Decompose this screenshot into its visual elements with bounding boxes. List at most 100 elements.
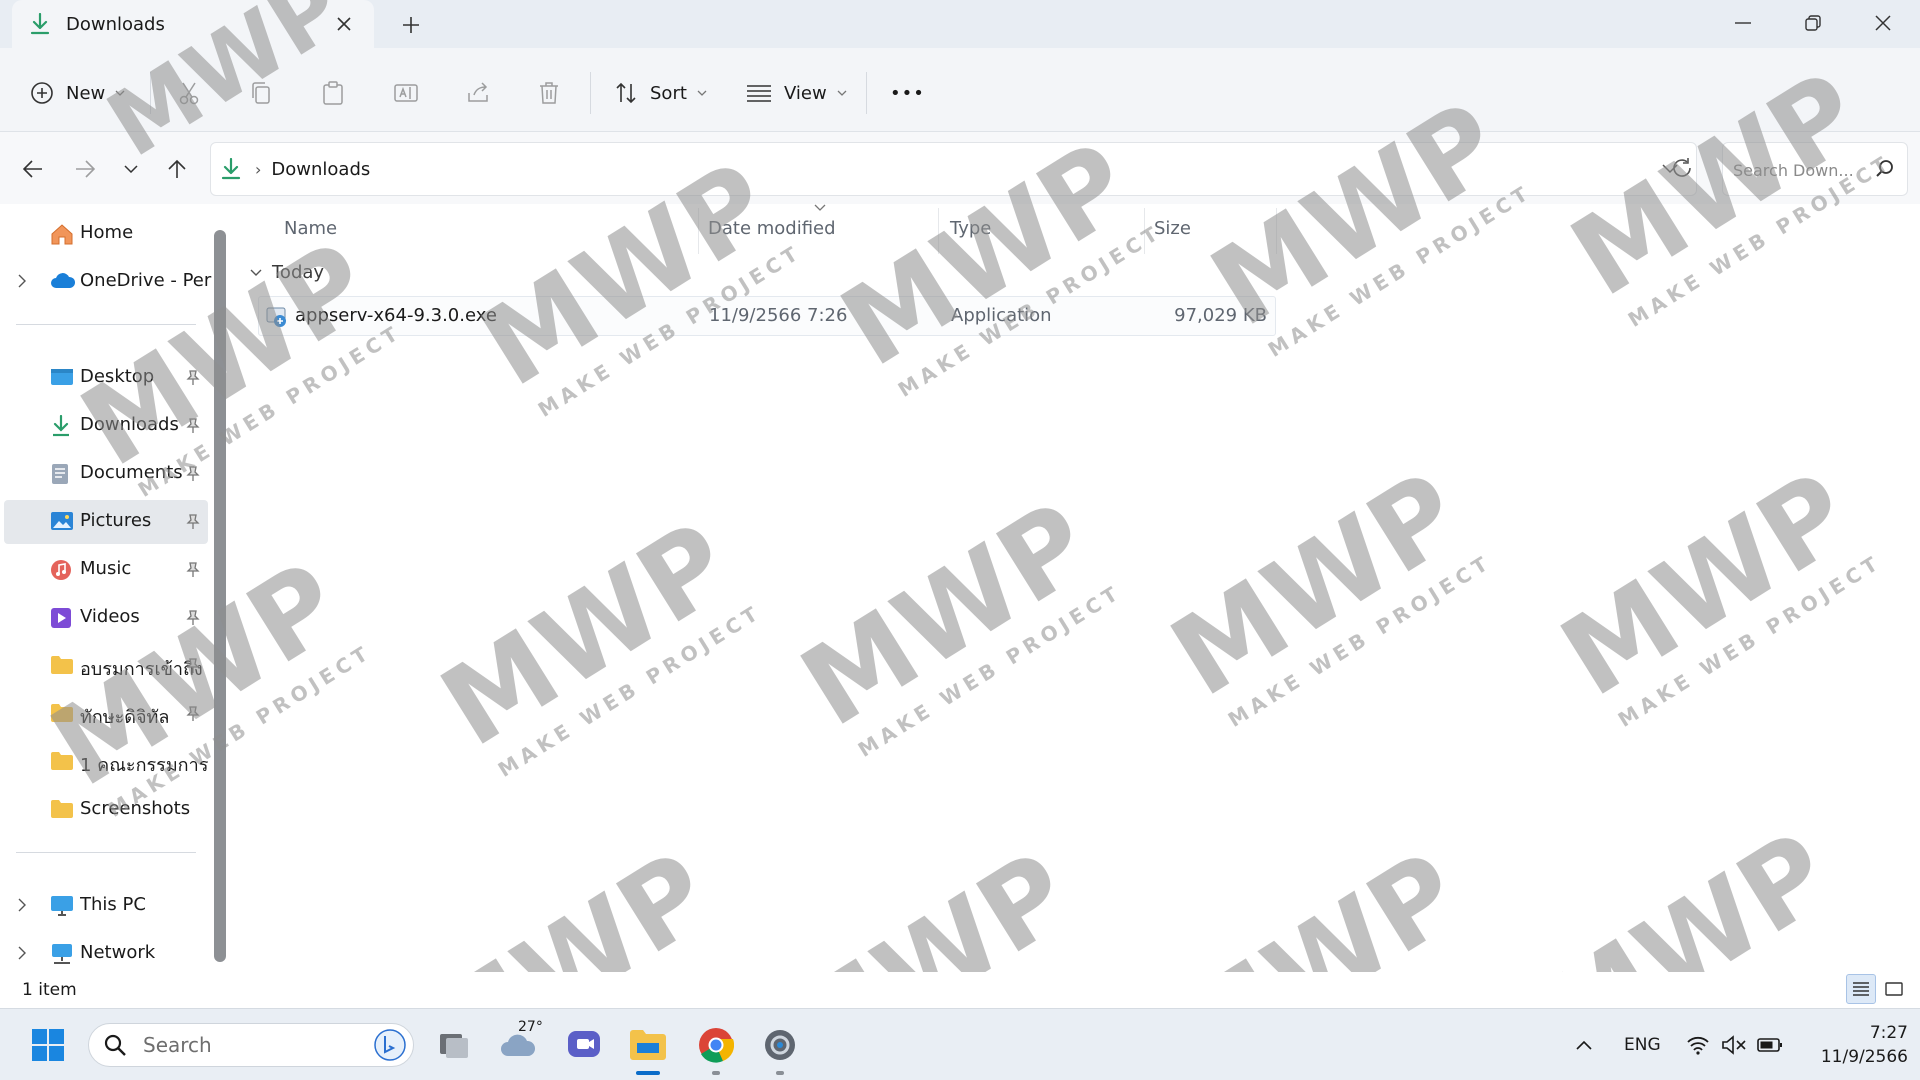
search-box	[1722, 142, 1908, 196]
large-icons-view-button[interactable]	[1882, 978, 1906, 1002]
bing-icon[interactable]	[373, 1028, 407, 1062]
pin-icon[interactable]	[186, 370, 200, 386]
file-explorer-button[interactable]	[626, 1023, 670, 1067]
sidebar-item-videos[interactable]: Videos	[4, 596, 208, 640]
chrome-button[interactable]	[694, 1023, 738, 1067]
clock-time: 7:27	[1869, 1023, 1908, 1043]
sidebar-item-music[interactable]: Music	[4, 548, 208, 592]
sidebar-item-folder[interactable]: ทักษะดิจิทัล	[4, 692, 208, 736]
battery-icon[interactable]	[1748, 1023, 1792, 1067]
tab-downloads[interactable]: Downloads	[12, 0, 374, 48]
language-indicator[interactable]: ENG	[1624, 1035, 1661, 1055]
breadcrumb-downloads[interactable]: Downloads	[271, 159, 370, 180]
pin-icon[interactable]	[186, 514, 200, 530]
sort-button[interactable]: Sort	[614, 76, 707, 110]
sidebar-item-pictures[interactable]: Pictures	[4, 500, 208, 544]
taskbar: Search 27° ENG 7:27 11/9/2566	[0, 1008, 1920, 1080]
sidebar-item-documents[interactable]: Documents	[4, 452, 208, 496]
separator	[150, 72, 151, 114]
start-button[interactable]	[26, 1023, 70, 1067]
chat-icon	[567, 1029, 601, 1061]
close-tab-icon[interactable]	[332, 12, 356, 36]
column-separator[interactable]	[1276, 208, 1277, 254]
column-header-name[interactable]: Name	[284, 218, 337, 239]
clock-date: 11/9/2566	[1820, 1047, 1908, 1067]
sidebar-item-folder[interactable]: อบรมการเข้าถึง	[4, 644, 208, 688]
sidebar-scrollbar[interactable]	[214, 230, 226, 962]
chevron-right-icon[interactable]	[18, 274, 26, 288]
search-input[interactable]	[1733, 157, 1871, 183]
column-separator[interactable]	[1144, 208, 1145, 254]
pin-icon[interactable]	[186, 706, 200, 722]
chevron-right-icon[interactable]	[18, 898, 26, 912]
sidebar-item-screenshots[interactable]: Screenshots	[4, 788, 208, 832]
close-window-button[interactable]	[1860, 8, 1906, 38]
group-label: Today	[272, 262, 325, 283]
column-header-date-modified[interactable]: Date modified	[708, 218, 836, 239]
table-row[interactable]: appserv-x64-9.3.0.exe 11/9/2566 7:26 App…	[258, 296, 1276, 336]
cloud-icon	[50, 271, 76, 293]
pin-icon[interactable]	[186, 418, 200, 434]
paste-button[interactable]	[322, 76, 344, 110]
file-name: appserv-x64-9.3.0.exe	[295, 305, 497, 326]
rename-icon	[394, 81, 418, 105]
pin-icon[interactable]	[186, 610, 200, 626]
back-button[interactable]	[18, 154, 48, 184]
gear-icon	[763, 1028, 797, 1062]
tab-title: Downloads	[66, 13, 165, 35]
column-header-type[interactable]: Type	[950, 218, 991, 239]
chevron-right-icon[interactable]	[18, 946, 26, 960]
taskbar-search[interactable]: Search	[88, 1023, 414, 1067]
running-app-indicator	[776, 1071, 784, 1075]
new-tab-button[interactable]	[398, 12, 424, 38]
sidebar-item-home[interactable]: Home	[4, 212, 208, 256]
trash-icon	[538, 81, 560, 105]
settings-button[interactable]	[758, 1023, 802, 1067]
folder-icon	[50, 799, 74, 821]
group-header-today[interactable]: Today	[250, 262, 324, 283]
command-bar: New Sort View •••	[0, 48, 1920, 132]
system-clock[interactable]: 7:27 11/9/2566	[1796, 1021, 1908, 1069]
refresh-button[interactable]	[1668, 154, 1696, 182]
sidebar-item-this-pc[interactable]: This PC	[4, 884, 208, 928]
sidebar-item-label: Home	[80, 222, 134, 243]
share-button[interactable]	[466, 76, 490, 110]
cut-button[interactable]	[178, 76, 200, 110]
minimize-button[interactable]	[1720, 8, 1766, 38]
document-icon	[50, 463, 74, 485]
sidebar-item-desktop[interactable]: Desktop	[4, 356, 208, 400]
pin-icon[interactable]	[186, 466, 200, 482]
copy-button[interactable]	[250, 76, 272, 110]
chevron-down-icon	[837, 90, 847, 96]
details-view-button[interactable]	[1846, 974, 1876, 1004]
more-options-button[interactable]: •••	[890, 76, 925, 110]
sidebar-item-downloads[interactable]: Downloads	[4, 404, 208, 448]
show-hidden-icons-button[interactable]	[1562, 1023, 1606, 1067]
task-view-button[interactable]	[432, 1023, 476, 1067]
forward-button[interactable]	[70, 154, 100, 184]
sidebar-item-network[interactable]: Network	[4, 932, 208, 976]
item-count: 1 item	[22, 980, 77, 1000]
restore-button[interactable]	[1790, 8, 1836, 38]
search-icon[interactable]	[1875, 158, 1895, 178]
status-bar: 1 item	[0, 972, 1920, 1008]
chevron-down-icon	[115, 90, 125, 96]
pin-icon[interactable]	[186, 658, 200, 674]
column-separator[interactable]	[698, 208, 699, 254]
column-header-size[interactable]: Size	[1154, 218, 1191, 239]
sidebar-item-folder[interactable]: 1 คณะกรรมการ IC	[4, 740, 212, 784]
view-button[interactable]: View	[746, 76, 847, 110]
address-bar[interactable]: › Downloads	[210, 142, 1697, 196]
recent-locations-button[interactable]	[116, 154, 146, 184]
teams-chat-button[interactable]	[562, 1023, 606, 1067]
folder-icon	[629, 1029, 667, 1061]
delete-button[interactable]	[538, 76, 560, 110]
column-separator[interactable]	[938, 208, 939, 254]
pin-icon[interactable]	[186, 562, 200, 578]
sidebar-item-onedrive[interactable]: OneDrive - Personal	[4, 260, 212, 304]
download-icon	[221, 158, 241, 180]
up-button[interactable]	[162, 154, 192, 184]
rename-button[interactable]	[394, 76, 418, 110]
new-button[interactable]: New	[30, 76, 125, 110]
sidebar-item-label: This PC	[80, 894, 146, 915]
